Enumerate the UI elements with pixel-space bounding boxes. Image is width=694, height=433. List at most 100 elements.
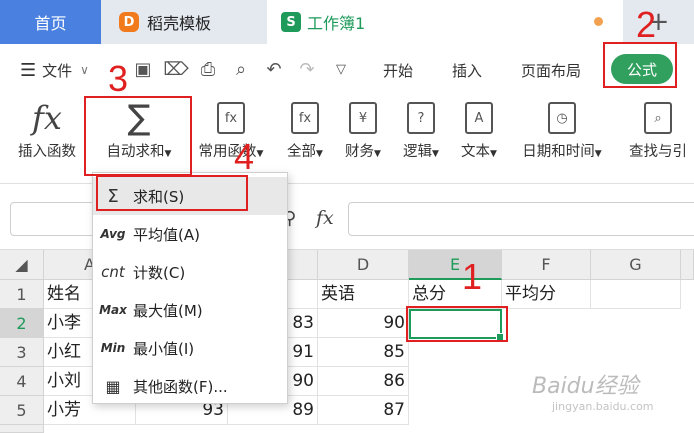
datetime-button[interactable]: ◷ 日期和时间▼: [512, 96, 612, 176]
tab-template-label: 稻壳模板: [147, 14, 212, 33]
cell-d5[interactable]: 87: [318, 396, 409, 425]
common-fx-icon: fx: [217, 102, 245, 134]
finance-button[interactable]: ¥ 财务▼: [338, 96, 388, 176]
file-menu-label: 文件: [42, 61, 73, 80]
row-header-2[interactable]: 2: [0, 309, 44, 338]
tab-home[interactable]: 首页: [0, 0, 101, 44]
cnt-icon: cnt: [101, 263, 125, 281]
tab-template[interactable]: D 稻壳模板: [101, 0, 267, 44]
dropdown-arrow-icon: ▼: [594, 149, 602, 159]
col-header-f[interactable]: F: [502, 250, 591, 280]
tab-workbook[interactable]: S 工作簿1: [267, 0, 623, 44]
clock-book-icon: ◷: [548, 102, 576, 134]
cell-e1[interactable]: 总分: [409, 280, 502, 309]
formula-input[interactable]: [348, 202, 694, 236]
dropdown-item-label: 计数(C): [133, 263, 186, 282]
text-button[interactable]: A 文本▼: [454, 96, 504, 176]
docer-icon: D: [119, 12, 139, 32]
annotation-number-4: 4: [234, 136, 255, 177]
menu-bar: ☰ 文件 ∨ ▣ ⌦ ⎙ ⌕ ↶ ↷ ▽ 开始 插入 页面布局 公式: [0, 44, 694, 96]
new-tab-button[interactable]: +: [623, 0, 694, 44]
all-functions-label: 全部: [287, 144, 317, 160]
annotation-box-2: [603, 42, 677, 88]
lookup-label: 查找与引: [629, 144, 687, 160]
cell-d3[interactable]: 85: [318, 338, 409, 367]
dropdown-item-label: 最大值(M): [133, 301, 203, 320]
dropdown-item-label: 平均值(A): [133, 225, 200, 244]
more-chevron-icon[interactable]: ▽: [330, 58, 352, 80]
tab-bar: 首页 D 稻壳模板 S 工作簿1 +: [0, 0, 694, 44]
dropdown-item-count[interactable]: cnt 计数(C): [93, 253, 287, 291]
common-functions-button[interactable]: fx 常用函数▼: [190, 96, 272, 176]
fx-icon[interactable]: fx: [316, 207, 334, 229]
format-painter-icon[interactable]: ⌦: [163, 58, 188, 80]
row-header-5[interactable]: 5: [0, 396, 44, 425]
annotation-number-1: 1: [462, 256, 483, 297]
avg-icon: Avg: [100, 227, 126, 241]
dropdown-arrow-icon: ▼: [256, 149, 264, 159]
row-header-1[interactable]: 1: [0, 280, 44, 309]
cell-d4[interactable]: 86: [318, 367, 409, 396]
chevron-down-icon: ∨: [80, 63, 89, 77]
dropdown-arrow-icon: ▼: [490, 149, 497, 159]
text-label: 文本: [461, 144, 491, 160]
print-icon[interactable]: ⎙: [197, 58, 219, 80]
col-header-e[interactable]: E: [409, 250, 502, 280]
row-header-4[interactable]: 4: [0, 367, 44, 396]
insert-function-button[interactable]: fx 插入函数: [12, 96, 82, 176]
row-header-6[interactable]: [0, 425, 44, 433]
file-menu[interactable]: ☰ 文件 ∨: [20, 58, 89, 82]
logic-button[interactable]: ? 逻辑▼: [396, 96, 446, 176]
grid-icon: ▦: [105, 376, 121, 396]
unsaved-dot-icon: [594, 17, 603, 26]
redo-icon[interactable]: ↷: [296, 58, 318, 80]
yen-book-icon: ¥: [349, 102, 377, 134]
watermark-sub: jingyan.baidu.com: [552, 400, 654, 413]
row-header-3[interactable]: 3: [0, 338, 44, 367]
all-fx-icon: fx: [291, 102, 319, 134]
undo-icon[interactable]: ↶: [263, 58, 285, 80]
dropdown-item-label: 其他函数(F)...: [133, 377, 228, 396]
logic-label: 逻辑: [403, 144, 433, 160]
dropdown-item-min[interactable]: Min 最小值(I): [93, 329, 287, 367]
cell-d2[interactable]: 90: [318, 309, 409, 338]
dropdown-arrow-icon: ▼: [316, 149, 323, 159]
cell-d1[interactable]: 英语: [318, 280, 409, 309]
dropdown-item-max[interactable]: Max 最大值(M): [93, 291, 287, 329]
hamburger-icon: ☰: [20, 59, 37, 81]
annotation-box-1: [406, 306, 508, 342]
annotation-box-4: [96, 175, 248, 211]
spreadsheet-icon: S: [281, 12, 301, 32]
dropdown-arrow-icon: ▼: [374, 149, 381, 159]
datetime-label: 日期和时间: [522, 144, 595, 160]
lookup-button[interactable]: ⌕ 查找与引: [622, 96, 694, 176]
col-header-h[interactable]: [681, 250, 694, 280]
dropdown-arrow-icon: ▼: [432, 149, 439, 159]
dropdown-item-label: 最小值(I): [133, 339, 195, 358]
insert-function-label: 插入函数: [18, 144, 76, 160]
menu-start[interactable]: 开始: [383, 58, 413, 82]
annotation-box-3: [84, 96, 192, 176]
tab-home-label: 首页: [34, 14, 67, 33]
cell-f1[interactable]: 平均分: [502, 280, 591, 309]
menu-insert[interactable]: 插入: [452, 58, 482, 82]
menu-page-layout[interactable]: 页面布局: [521, 58, 581, 82]
max-icon: Max: [99, 303, 127, 317]
save-icon[interactable]: ▣: [132, 58, 154, 80]
cell-g1[interactable]: [591, 280, 681, 309]
tab-workbook-label: 工作簿1: [307, 14, 366, 33]
select-all-corner[interactable]: ◢: [0, 250, 44, 280]
col-header-g[interactable]: G: [591, 250, 681, 280]
question-book-icon: ?: [407, 102, 435, 134]
dropdown-item-more-functions[interactable]: ▦ 其他函数(F)...: [93, 367, 287, 405]
text-book-icon: A: [465, 102, 493, 134]
annotation-number-3: 3: [108, 58, 129, 99]
annotation-number-2: 2: [636, 4, 657, 45]
print-preview-icon[interactable]: ⌕: [230, 58, 252, 80]
all-functions-button[interactable]: fx 全部▼: [280, 96, 330, 176]
fx-icon: fx: [32, 99, 62, 137]
dropdown-item-average[interactable]: Avg 平均值(A): [93, 215, 287, 253]
search-book-icon: ⌕: [644, 102, 672, 134]
col-header-d[interactable]: D: [318, 250, 409, 280]
min-icon: Min: [100, 341, 126, 355]
